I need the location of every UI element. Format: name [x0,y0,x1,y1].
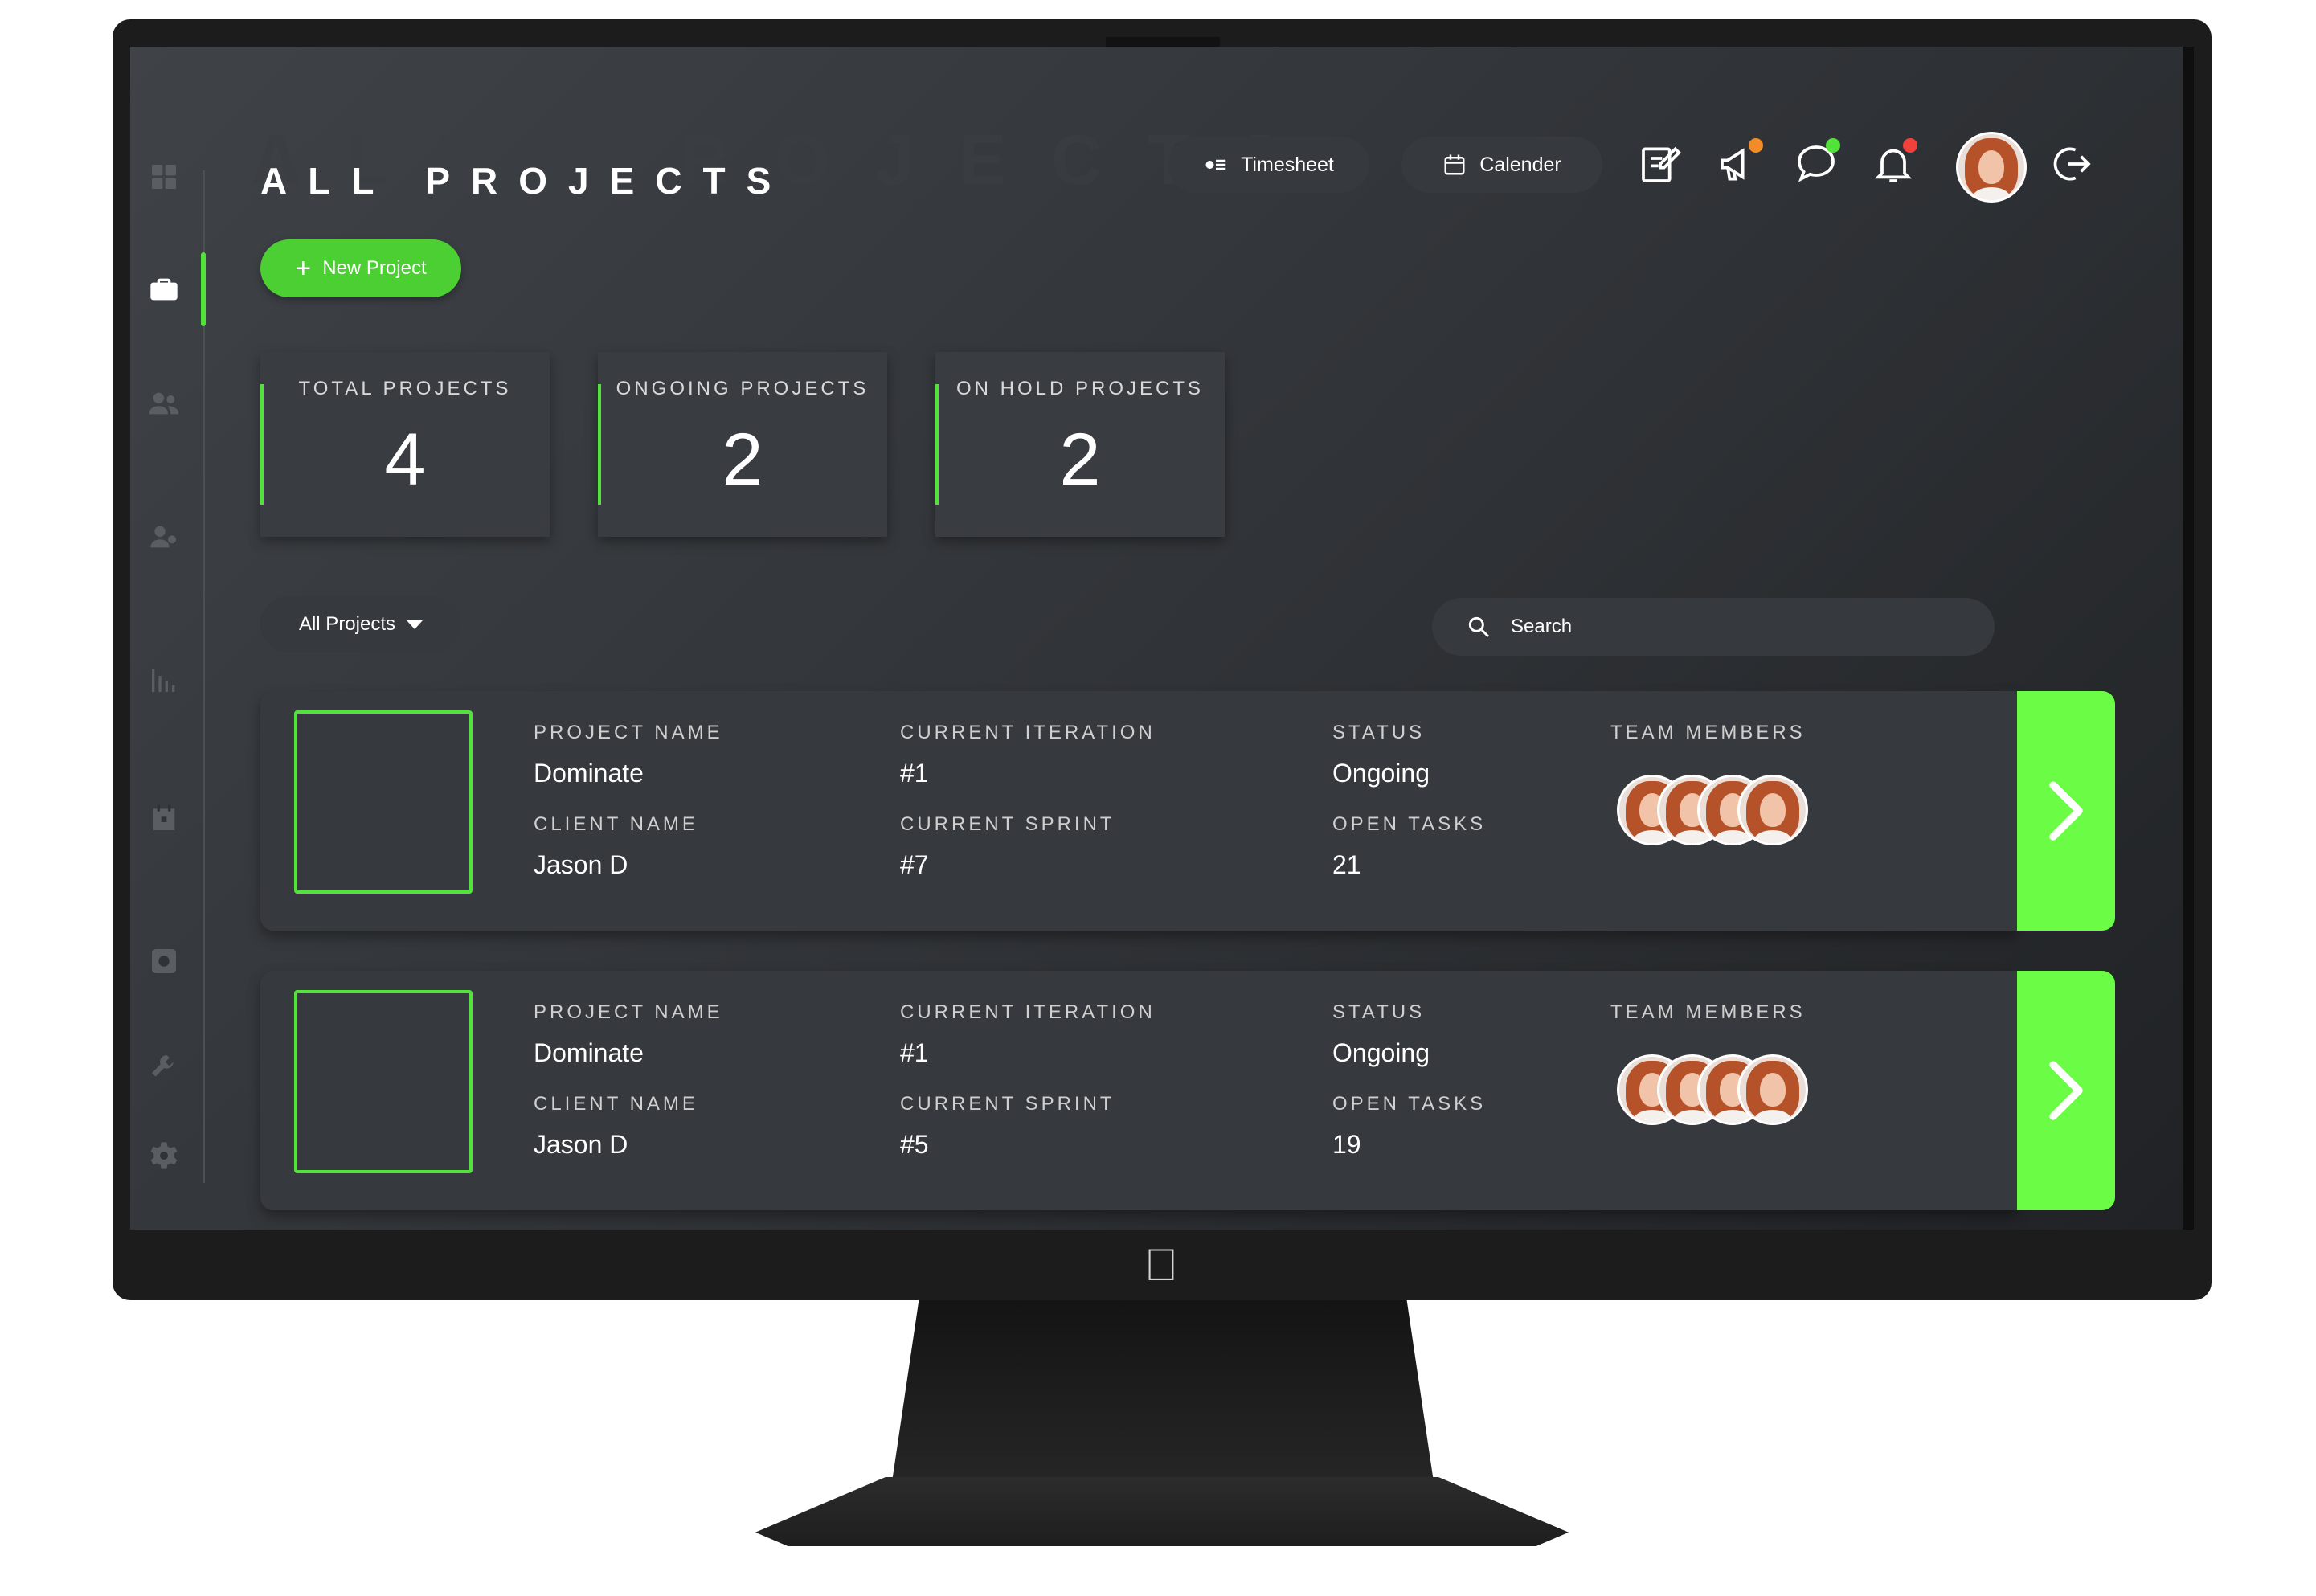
status-label: STATUS [1332,722,1426,743]
screen-edge [2183,47,2194,1230]
timesheet-button[interactable]: Timesheet [1168,137,1369,193]
project-row[interactable]: PROJECT NAME Dominate CLIENT NAME Jason … [260,691,2115,931]
screen: ALL PROJECTS ALL PROJECTS Timesheet Cale… [130,47,2187,1230]
search-bar[interactable] [1432,598,1995,656]
bell-icon[interactable] [1871,138,1917,186]
new-project-label: New Project [322,257,427,279]
wrench-icon[interactable] [148,1051,180,1083]
current-sprint-value: #7 [900,850,929,879]
current-sprint-label: CURRENT SPRINT [900,1093,1115,1115]
calendar-button[interactable]: Calender [1401,137,1602,193]
chevron-right-icon [2049,1061,2083,1120]
status-value: Ongoing [1332,759,1430,788]
project-name-value: Dominate [534,759,644,788]
gear-icon[interactable] [148,1140,180,1172]
stat-value: 4 [384,419,426,501]
client-name-value: Jason D [534,1130,628,1159]
open-tasks-value: 19 [1332,1130,1361,1159]
timesheet-label: Timesheet [1241,153,1334,176]
user-avatar[interactable] [1956,132,2027,203]
project-name-label: PROJECT NAME [534,1001,723,1023]
team-member-avatar[interactable] [1737,775,1808,845]
client-name-label: CLIENT NAME [534,1093,698,1115]
logout-icon[interactable] [2049,141,2094,186]
users-icon[interactable] [148,387,180,419]
open-tasks-label: OPEN TASKS [1332,813,1487,835]
stat-label: TOTAL PROJECTS [298,378,512,399]
stat-label: ON HOLD PROJECTS [955,378,1205,399]
sidebar [130,47,211,1230]
project-filter-dropdown[interactable]: All Projects [260,596,461,653]
sidebar-active-indicator [201,252,206,326]
calendar-small-icon [1444,154,1465,175]
chat-icon[interactable] [1794,138,1840,186]
team-member-avatar[interactable] [1737,1054,1808,1125]
open-project-button[interactable] [2017,971,2115,1210]
stat-card-total: TOTAL PROJECTS 4 [260,352,550,537]
project-name-label: PROJECT NAME [534,722,723,743]
new-project-button[interactable]: + New Project [260,239,461,297]
caret-down-icon [407,620,424,629]
project-row[interactable]: PROJECT NAME Dominate CLIENT NAME Jason … [260,971,2115,1210]
status-value: Ongoing [1332,1038,1430,1067]
project-thumbnail [294,990,473,1173]
team-members-label: TEAM MEMBERS [1610,1001,1806,1023]
project-thumbnail [294,710,473,894]
page-title: ALL PROJECTS [260,160,792,202]
plus-icon: + [295,253,312,284]
stat-value: 2 [1059,419,1101,501]
current-sprint-value: #5 [900,1130,929,1159]
team-avatars [1617,1054,1810,1128]
open-project-button[interactable] [2017,691,2115,931]
chevron-right-icon [2049,781,2083,841]
open-tasks-value: 21 [1332,850,1361,879]
stat-card-on-hold: ON HOLD PROJECTS 2 [935,352,1225,537]
briefcase-icon[interactable] [148,273,180,305]
current-iteration-label: CURRENT ITERATION [900,722,1156,743]
team-members-label: TEAM MEMBERS [1610,722,1806,743]
monitor-base [755,1477,1569,1546]
calendar-label: Calender [1479,153,1561,176]
stat-card-ongoing: ONGOING PROJECTS 2 [598,352,887,537]
stat-value: 2 [722,419,763,501]
current-iteration-value: #1 [900,759,929,788]
open-tasks-label: OPEN TASKS [1332,1093,1487,1115]
current-iteration-value: #1 [900,1038,929,1067]
current-iteration-label: CURRENT ITERATION [900,1001,1156,1023]
grid-icon[interactable] [148,161,180,193]
client-name-label: CLIENT NAME [534,813,698,835]
record-icon[interactable] [148,945,180,977]
client-name-value: Jason D [534,850,628,879]
timesheet-icon [1205,159,1226,170]
megaphone-icon[interactable] [1717,138,1763,186]
project-name-value: Dominate [534,1038,644,1067]
current-sprint-label: CURRENT SPRINT [900,813,1115,835]
stat-label: ONGOING PROJECTS [616,378,870,399]
search-input[interactable] [1509,615,1962,639]
status-label: STATUS [1332,1001,1426,1023]
team-avatars [1617,775,1810,849]
edit-icon[interactable] [1638,141,1683,186]
filter-selected-value: All Projects [298,613,396,635]
announcement-badge [1749,138,1763,153]
apple-logo-icon:  [1141,1241,1181,1289]
notification-badge [1903,138,1917,153]
chat-badge [1826,138,1840,153]
search-icon [1468,616,1490,638]
bar-chart-icon[interactable] [148,664,180,696]
user-settings-icon[interactable] [148,521,180,553]
calendar-icon[interactable] [148,802,180,834]
